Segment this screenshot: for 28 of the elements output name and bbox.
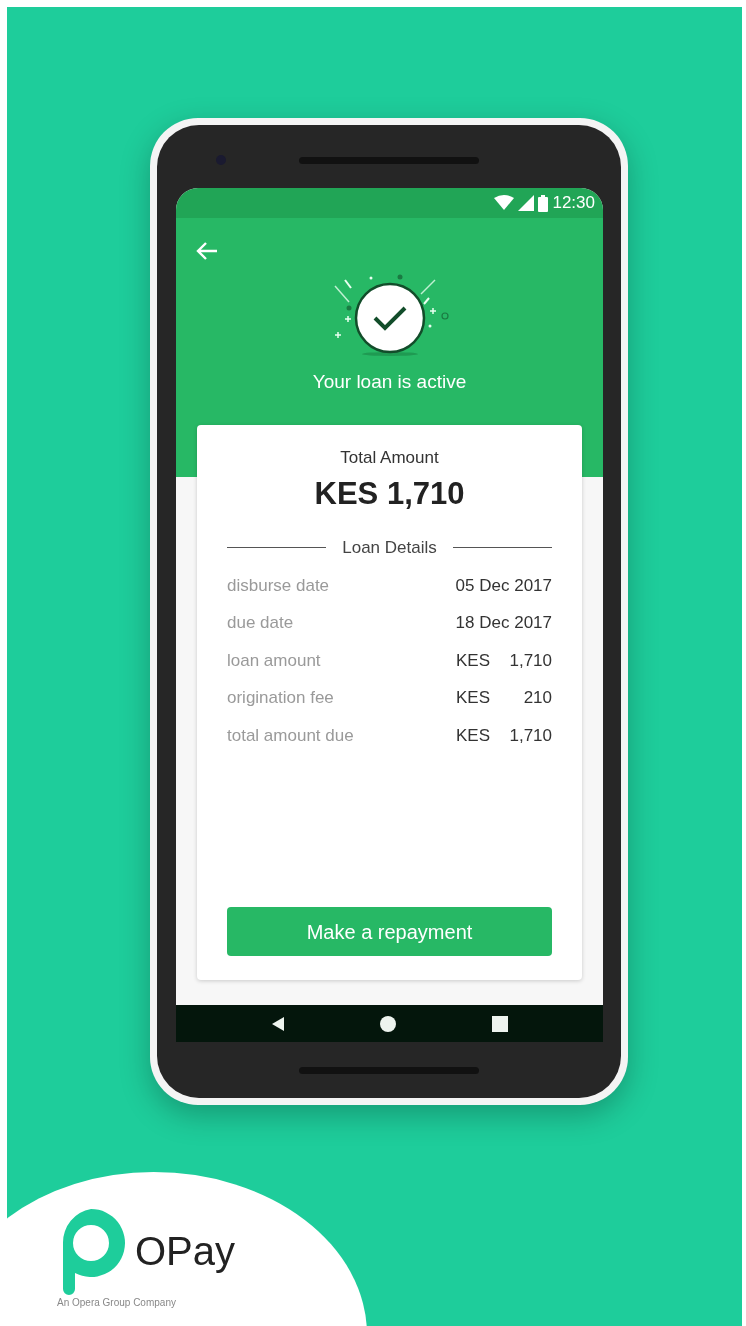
signal-icon [518, 195, 535, 211]
back-arrow-icon[interactable] [196, 240, 218, 261]
total-label: Total Amount [340, 448, 439, 467]
currency-code: KES [455, 649, 490, 672]
detail-label: loan amount [227, 649, 321, 672]
detail-value: 05 Dec 2017 [455, 574, 552, 597]
currency-code: KES [455, 724, 490, 747]
detail-label: disburse date [227, 574, 330, 597]
brand-tagline: An Opera Group Company [57, 1296, 177, 1310]
total-amount: KES 1,710 [314, 475, 465, 511]
section-title: Loan Details [342, 537, 437, 559]
currency-code: KES [455, 687, 490, 709]
detail-value: 18 Dec 2017 [455, 612, 552, 634]
detail-label: total amount due [227, 724, 354, 747]
detail-value: 210 [522, 687, 552, 709]
home-nav-icon[interactable] [378, 1014, 397, 1033]
status-title: Your loan is active [312, 371, 467, 392]
wifi-icon [494, 195, 515, 211]
battery-icon [538, 194, 549, 212]
back-nav-icon[interactable] [271, 1016, 284, 1031]
detail-value: 1,710 [508, 724, 552, 747]
status-time: 12:30 [552, 192, 595, 215]
detail-value: 1,710 [508, 649, 552, 672]
detail-label: due date [227, 612, 294, 634]
detail-label: origination fee [227, 687, 334, 709]
repayment-button[interactable]: Make a repayment [227, 907, 552, 956]
recents-nav-icon[interactable] [491, 1015, 508, 1032]
brand-name: OPay [135, 1231, 236, 1271]
